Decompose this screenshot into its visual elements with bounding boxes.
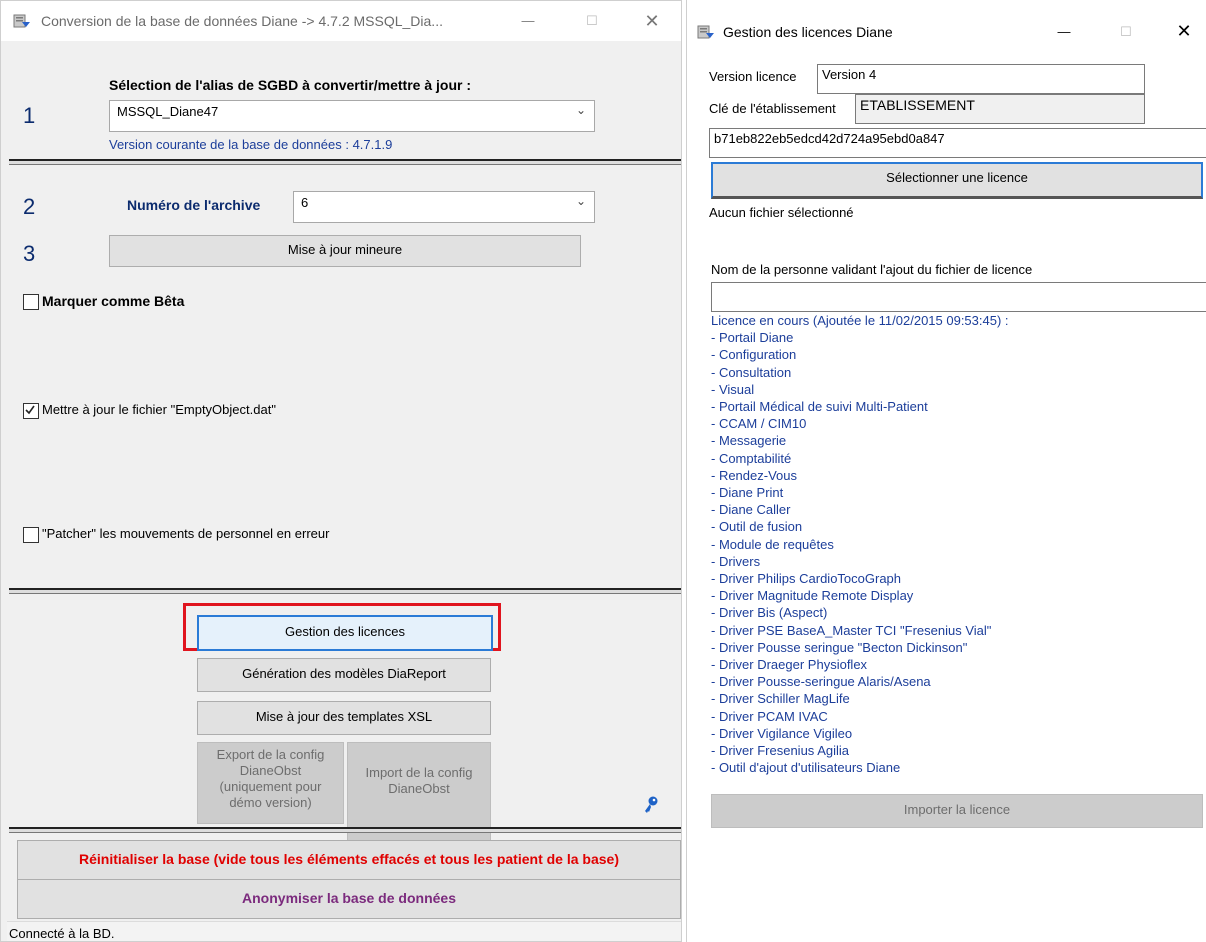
import-line-1: Import de la config	[365, 765, 473, 780]
chevron-down-icon: ⌄	[575, 194, 586, 208]
list-item: - Outil de fusion	[711, 519, 803, 535]
window-title: Conversion de la base de données Diane -…	[41, 13, 443, 29]
reinit-database-button[interactable]: Réinitialiser la base (vide tous les élé…	[17, 840, 681, 880]
list-item: - Driver Philips CardioTocoGraph	[711, 571, 902, 587]
minimize-button[interactable]: —	[1053, 22, 1075, 42]
import-licence-button[interactable]: Importer la licence	[711, 794, 1203, 828]
archive-select[interactable]: 6 ⌄	[293, 191, 595, 223]
list-item: - Driver Bis (Aspect)	[711, 605, 828, 621]
step-number-3: 3	[23, 241, 36, 266]
licence-titlebar: Gestion des licences Diane — ☐ ✕	[687, 0, 1206, 42]
emptyobject-label: Mettre à jour le fichier "EmptyObject.da…	[42, 402, 276, 417]
export-line-1: Export de la config	[216, 747, 325, 762]
app-icon	[13, 14, 30, 28]
version-licence-field[interactable]: Version 4	[817, 64, 1145, 94]
list-item: - Driver Schiller MagLife	[711, 691, 850, 707]
alias-heading: Sélection de l'alias de SGBD à convertir…	[109, 77, 471, 93]
list-item: - Rendez-Vous	[711, 467, 797, 483]
maximize-button[interactable]: ☐	[1115, 22, 1137, 42]
window-title: Gestion des licences Diane	[723, 24, 893, 40]
list-item: - Outil d'ajout d'utilisateurs Diane	[711, 760, 901, 776]
list-item: - Driver Fresenius Agilia	[711, 743, 849, 759]
list-item: - Visual	[711, 381, 755, 397]
licence-header: Licence en cours (Ajoutée le 11/02/2015 …	[711, 313, 1009, 328]
close-button[interactable]: ✕	[641, 11, 663, 31]
emptyobject-checkbox[interactable]	[23, 403, 39, 419]
export-line-4: démo version)	[229, 795, 312, 810]
version-licence-label: Version licence	[709, 69, 797, 84]
archive-label: Numéro de l'archive	[127, 197, 261, 213]
alias-select[interactable]: MSSQL_Diane47 ⌄	[109, 100, 595, 132]
patcher-label: "Patcher" les mouvements de personnel en…	[42, 526, 330, 541]
licence-window: Gestion des licences Diane — ☐ ✕ Version…	[686, 0, 1206, 942]
cle-etablissement-field: ETABLISSEMENT	[855, 94, 1145, 124]
archive-select-value: 6	[301, 195, 309, 210]
list-item: - Portail Diane	[711, 330, 794, 346]
list-item: - Driver PSE BaseA_Master TCI "Fresenius…	[711, 622, 992, 638]
licence-hash-field[interactable]: b71eb822eb5edcd42d724a95ebd0a847	[709, 128, 1206, 158]
app-icon	[697, 25, 714, 39]
checkmark-icon	[25, 405, 35, 415]
divider	[9, 827, 681, 833]
select-licence-button[interactable]: Sélectionner une licence	[711, 162, 1203, 199]
conversion-titlebar: Conversion de la base de données Diane -…	[1, 1, 681, 41]
export-line-2: DianeObst	[239, 763, 302, 778]
licences-button[interactable]: Gestion des licences	[197, 615, 493, 651]
licence-list: Licence en cours (Ajoutée le 11/02/2015 …	[711, 312, 1191, 777]
db-version-text: Version courante de la base de données :…	[109, 137, 393, 152]
list-item: - Driver Magnitude Remote Display	[711, 588, 914, 604]
import-line-2: DianeObst	[388, 781, 450, 796]
list-item: - Diane Caller	[711, 502, 791, 518]
list-item: - Portail Médical de suivi Multi-Patient	[711, 399, 928, 415]
no-file-text: Aucun fichier sélectionné	[709, 205, 854, 220]
patcher-checkbox[interactable]	[23, 527, 39, 543]
list-item: - Driver Pousse-seringue Alaris/Asena	[711, 674, 931, 690]
list-item: - Messagerie	[711, 433, 787, 449]
divider	[9, 588, 681, 594]
close-button[interactable]: ✕	[1173, 21, 1195, 41]
status-text: Connecté à la BD.	[9, 926, 115, 941]
anonymise-database-button[interactable]: Anonymiser la base de données	[17, 879, 681, 919]
person-label: Nom de la personne validant l'ajout du f…	[711, 262, 1033, 277]
maximize-button[interactable]: ☐	[581, 11, 603, 31]
list-item: - Comptabilité	[711, 450, 792, 466]
beta-checkbox[interactable]	[23, 294, 39, 310]
list-item: - Driver Pousse seringue "Becton Dickins…	[711, 639, 968, 655]
minor-update-button[interactable]: Mise à jour mineure	[109, 235, 581, 267]
list-item: - Diane Print	[711, 485, 784, 501]
list-item: - Module de requêtes	[711, 536, 834, 552]
step-number-2: 2	[23, 194, 36, 219]
cle-etablissement-label: Clé de l'établissement	[709, 101, 836, 116]
alias-select-value: MSSQL_Diane47	[117, 104, 219, 119]
xsl-templates-button[interactable]: Mise à jour des templates XSL	[197, 701, 491, 735]
beta-label: Marquer comme Bêta	[42, 293, 185, 309]
chevron-down-icon: ⌄	[575, 103, 586, 117]
list-item: - Driver PCAM IVAC	[711, 708, 828, 724]
list-item: - Drivers	[711, 553, 761, 569]
diareport-button[interactable]: Génération des modèles DiaReport	[197, 658, 491, 692]
list-item: - Driver Vigilance Vigileo	[711, 725, 853, 741]
list-item: - Consultation	[711, 364, 792, 380]
list-item: - CCAM / CIM10	[711, 416, 807, 432]
key-icon[interactable]	[643, 796, 659, 814]
export-config-button[interactable]: Export de la config DianeObst (uniquemen…	[197, 742, 344, 824]
conversion-window: Conversion de la base de données Diane -…	[0, 0, 682, 942]
person-name-field[interactable]	[711, 282, 1206, 312]
minimize-button[interactable]: —	[517, 11, 539, 31]
export-line-3: (uniquement pour	[219, 779, 322, 794]
list-item: - Configuration	[711, 347, 797, 363]
divider	[9, 159, 681, 165]
list-item: - Driver Draeger Physioflex	[711, 657, 868, 673]
step-number-1: 1	[23, 103, 36, 128]
status-bar: Connecté à la BD.	[7, 921, 681, 941]
